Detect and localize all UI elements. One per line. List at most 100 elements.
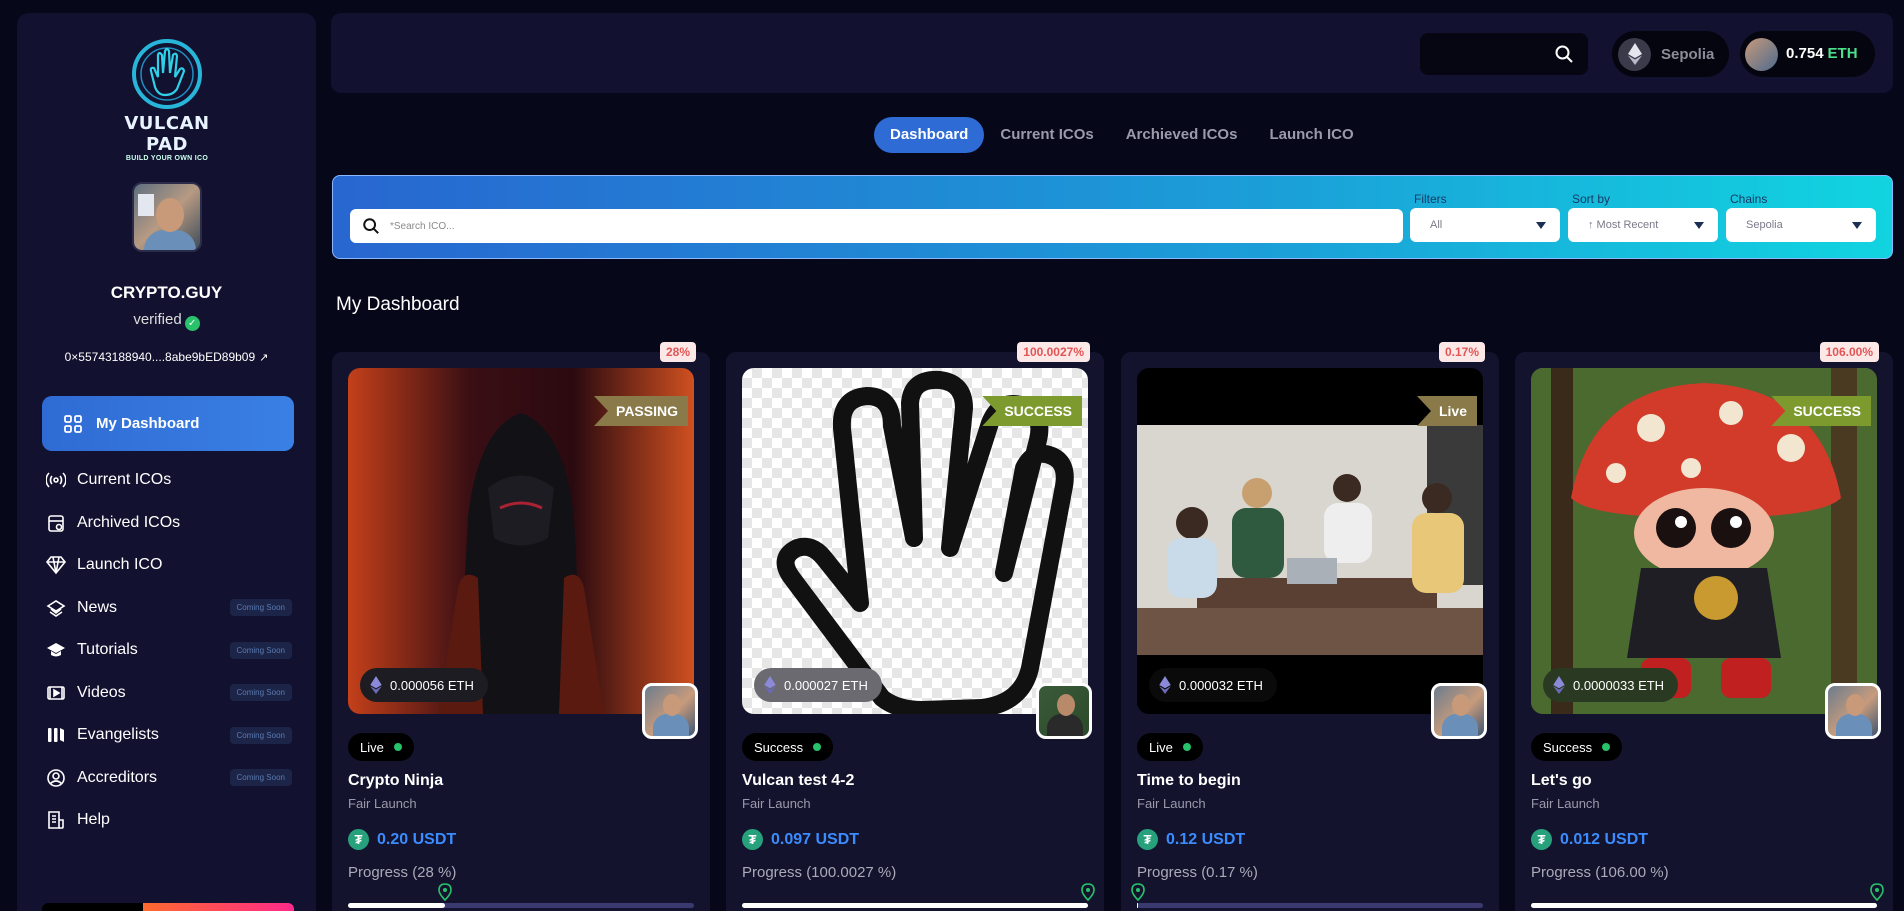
ico-launch-type: Fair Launch <box>1137 796 1206 811</box>
usdt-value: 0.012 USDT <box>1560 830 1649 848</box>
ico-card[interactable]: 28% PASSING 0.000056 ETH Live Crypto Nin… <box>332 342 710 911</box>
wallet-address[interactable]: 0×55743188940....8abe9bED89b09 ↗ <box>17 350 316 364</box>
search-icon <box>363 218 379 234</box>
network-selector[interactable]: Sepolia <box>1612 31 1729 77</box>
graduation-cap-icon <box>45 639 67 661</box>
user-circle-icon <box>45 767 67 789</box>
chains-dropdown-group: Chains Sepolia <box>1726 192 1876 242</box>
ico-card[interactable]: 100.0027% SUCCESS 0.000027 ETH Success V… <box>726 342 1104 911</box>
sort-select[interactable]: ↑ Most Recent <box>1568 208 1718 242</box>
external-link-icon[interactable]: ↗ <box>259 351 268 364</box>
wallet-avatar <box>1745 37 1778 71</box>
progress-bar <box>1531 883 1884 908</box>
ethereum-icon <box>1553 676 1565 694</box>
ico-title[interactable]: Crypto Ninja <box>348 772 443 790</box>
sort-label: Sort by <box>1572 192 1611 206</box>
search-filter-panel: *Search ICO... Filters All Sort by ↑ Mos… <box>332 175 1893 259</box>
status-dot-icon <box>393 743 402 751</box>
sidebar-item-label: Tutorials <box>77 641 138 659</box>
status-ribbon: SUCCESS <box>1771 396 1871 426</box>
sidebar-item-label: My Dashboard <box>96 415 200 432</box>
tab-current-icos[interactable]: Current ICOs <box>984 117 1109 153</box>
sidebar-item-accreditors[interactable]: Accreditors Coming Soon <box>42 757 294 800</box>
creator-avatar[interactable] <box>1431 683 1487 739</box>
sidebar-banner[interactable] <box>42 903 294 911</box>
ico-price-usdt: ₮ 0.012 USDT <box>1531 829 1648 850</box>
ico-card[interactable]: 0.17% Live 0.000032 ETH Live Time to beg… <box>1121 342 1499 911</box>
ico-search-input[interactable]: *Search ICO... <box>350 209 1403 243</box>
ico-launch-type: Fair Launch <box>1531 796 1600 811</box>
sidebar-item-archived-icos[interactable]: Archived ICOs <box>42 502 294 545</box>
profile-avatar[interactable] <box>132 182 202 252</box>
price-chip: 0.000027 ETH <box>754 668 882 702</box>
ico-launch-type: Fair Launch <box>742 796 811 811</box>
ico-image[interactable]: PASSING 0.000056 ETH <box>348 368 694 714</box>
tether-icon: ₮ <box>742 829 763 850</box>
status-text: Live <box>1149 739 1173 755</box>
sidebar-item-videos[interactable]: Videos Coming Soon <box>42 672 294 715</box>
ico-card[interactable]: 106.00% SUCCESS 0.0000033 ETH Success Le… <box>1515 342 1893 911</box>
progress-bar <box>348 883 694 908</box>
balance-unit: ETH <box>1827 45 1858 62</box>
creator-avatar[interactable] <box>1036 683 1092 739</box>
news-icon <box>45 597 67 619</box>
progress-fill <box>742 903 1088 908</box>
coming-soon-badge: Coming Soon <box>229 726 292 744</box>
balance-amount: 0.754 <box>1786 45 1824 62</box>
creator-avatar[interactable] <box>1825 683 1881 739</box>
sidebar-item-evangelists[interactable]: Evangelists Coming Soon <box>42 714 294 757</box>
ico-image[interactable]: Live 0.000032 ETH <box>1137 368 1483 714</box>
status-dot-icon <box>1182 743 1191 751</box>
filters-value: All <box>1430 219 1443 231</box>
profile-username: CRYPTO.GUY <box>110 283 223 302</box>
ico-launch-type: Fair Launch <box>348 796 417 811</box>
filters-select[interactable]: All <box>1410 208 1560 242</box>
price-chip: 0.000056 ETH <box>360 668 488 702</box>
progress-fill <box>1137 903 1138 908</box>
chains-select[interactable]: Sepolia <box>1726 208 1876 242</box>
ico-image[interactable]: SUCCESS 0.000027 ETH <box>742 368 1088 714</box>
sidebar-item-help[interactable]: Help <box>42 799 294 842</box>
app-logo[interactable]: VULCAN PAD BUILD YOUR OWN ICO <box>112 37 222 162</box>
status-badge: Live <box>1137 733 1203 761</box>
tab-dashboard[interactable]: Dashboard <box>874 117 985 153</box>
sidebar-item-label: Launch ICO <box>77 556 163 574</box>
ico-title[interactable]: Time to begin <box>1137 772 1241 790</box>
tab-launch-ico[interactable]: Launch ICO <box>1253 117 1369 153</box>
filters-label: Filters <box>1414 192 1447 206</box>
filters-dropdown-group: Filters All <box>1410 192 1560 242</box>
search-icon[interactable] <box>1554 44 1574 64</box>
ico-image[interactable]: SUCCESS 0.0000033 ETH <box>1531 368 1877 714</box>
sidebar-item-news[interactable]: News Coming Soon <box>42 587 294 630</box>
map-pin-icon <box>1870 883 1884 901</box>
status-text: Success <box>1543 739 1593 755</box>
usdt-value: 0.12 USDT <box>1166 830 1246 848</box>
ethereum-icon <box>1159 676 1171 694</box>
section-title: My Dashboard <box>336 294 460 315</box>
sidebar-item-current-icos[interactable]: Current ICOs <box>42 459 294 502</box>
tether-icon: ₮ <box>1531 829 1552 850</box>
sidebar-item-launch-ico[interactable]: Launch ICO <box>42 544 294 587</box>
network-name: Sepolia <box>1661 45 1715 63</box>
logo-title: VULCAN PAD <box>124 113 210 155</box>
ico-title[interactable]: Let's go <box>1531 772 1592 790</box>
sidebar-item-tutorials[interactable]: Tutorials Coming Soon <box>42 629 294 672</box>
coming-soon-badge: Coming Soon <box>229 769 292 787</box>
progress-label: Progress (0.17 %) <box>1137 864 1258 881</box>
progress-label: Progress (100.0027 %) <box>742 864 897 881</box>
sidebar-item-label: Help <box>77 811 110 829</box>
wallet-balance-button[interactable]: 0.754 ETH <box>1740 31 1875 77</box>
sidebar-item-my-dashboard[interactable]: My Dashboard <box>42 396 294 451</box>
tab-archieved-icos[interactable]: Archieved ICOs <box>1110 117 1254 153</box>
coming-soon-badge: Coming Soon <box>229 684 292 702</box>
sidebar-item-label: News <box>77 598 118 616</box>
status-badge: Success <box>742 733 834 761</box>
creator-avatar[interactable] <box>642 683 698 739</box>
usdt-value: 0.097 USDT <box>771 830 860 848</box>
ethereum-icon <box>764 676 776 694</box>
header-search-box[interactable] <box>1420 33 1588 75</box>
ico-title[interactable]: Vulcan test 4-2 <box>742 772 854 790</box>
sort-value: ↑ Most Recent <box>1588 219 1659 231</box>
tether-icon: ₮ <box>348 829 369 850</box>
price-chip: 0.0000033 ETH <box>1543 668 1679 702</box>
